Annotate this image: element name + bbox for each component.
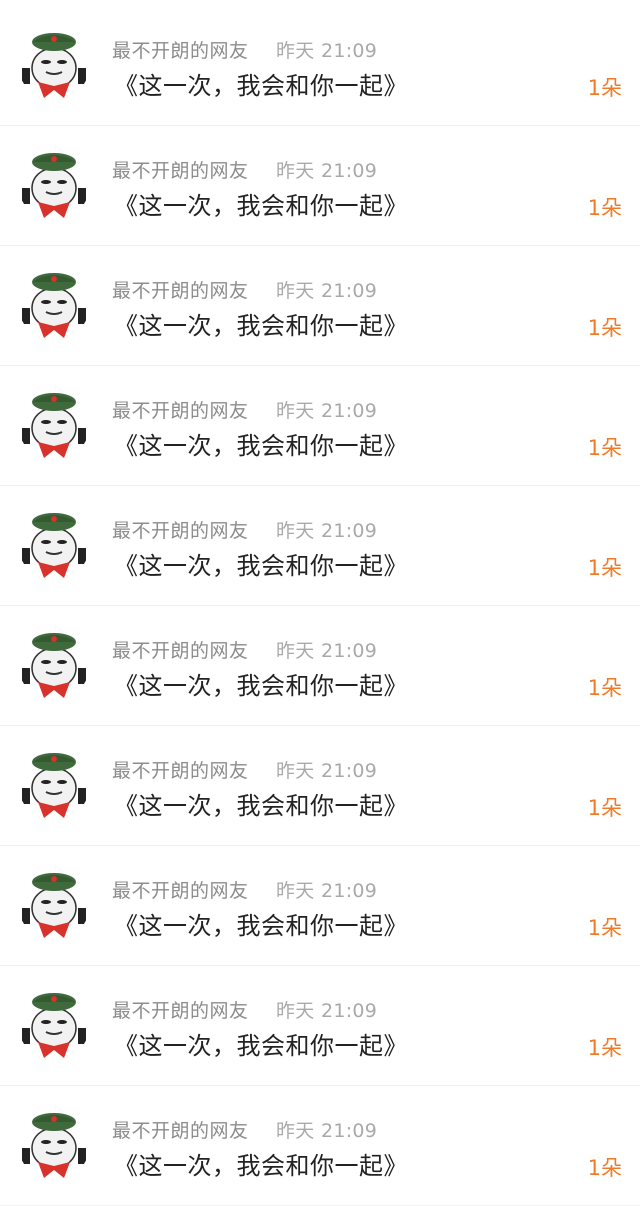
message-text: 《这一次，我会和你一起》 bbox=[114, 792, 408, 820]
message-text: 《这一次，我会和你一起》 bbox=[114, 312, 408, 340]
author-name[interactable]: 最不开朗的网友 bbox=[112, 156, 249, 183]
author-name[interactable]: 最不开朗的网友 bbox=[112, 636, 249, 663]
list-item[interactable]: 最不开朗的网友 昨天 21:09 《这一次，我会和你一起》 1朵 bbox=[0, 486, 640, 606]
timestamp: 昨天 21:09 bbox=[276, 40, 378, 62]
author-name[interactable]: 最不开朗的网友 bbox=[112, 276, 249, 303]
list-item[interactable]: 最不开朗的网友 昨天 21:09 《这一次，我会和你一起》 1朵 bbox=[0, 246, 640, 366]
author-name[interactable]: 最不开朗的网友 bbox=[112, 756, 249, 783]
message-text: 《这一次，我会和你一起》 bbox=[114, 72, 408, 100]
timestamp: 昨天 21:09 bbox=[276, 160, 378, 182]
avatar[interactable] bbox=[18, 1108, 90, 1180]
timestamp: 昨天 21:09 bbox=[276, 880, 378, 902]
message-text: 《这一次，我会和你一起》 bbox=[114, 672, 408, 700]
author-name[interactable]: 最不开朗的网友 bbox=[112, 396, 249, 423]
avatar[interactable] bbox=[18, 148, 90, 220]
timestamp: 昨天 21:09 bbox=[276, 1000, 378, 1022]
flower-count: 1朵 bbox=[587, 196, 622, 220]
list-item[interactable]: 最不开朗的网友 昨天 21:09 《这一次，我会和你一起》 1朵 bbox=[0, 366, 640, 486]
author-name[interactable]: 最不开朗的网友 bbox=[112, 516, 249, 543]
timestamp: 昨天 21:09 bbox=[276, 520, 378, 542]
flower-count: 1朵 bbox=[587, 1036, 622, 1060]
avatar[interactable] bbox=[18, 508, 90, 580]
list-item[interactable]: 最不开朗的网友 昨天 21:09 《这一次，我会和你一起》 1朵 bbox=[0, 726, 640, 846]
meme-avatar-icon bbox=[18, 868, 90, 940]
meme-avatar-icon bbox=[18, 148, 90, 220]
flower-count: 1朵 bbox=[587, 436, 622, 460]
timestamp: 昨天 21:09 bbox=[276, 640, 378, 662]
flower-count: 1朵 bbox=[587, 916, 622, 940]
message-text: 《这一次，我会和你一起》 bbox=[114, 912, 408, 940]
meme-avatar-icon bbox=[18, 388, 90, 460]
message-text: 《这一次，我会和你一起》 bbox=[114, 192, 408, 220]
list-item[interactable]: 最不开朗的网友 昨天 21:09 《这一次，我会和你一起》 1朵 bbox=[0, 1086, 640, 1206]
message-list: 最不开朗的网友 昨天 21:09 《这一次，我会和你一起》 1朵 最不开朗的网友… bbox=[0, 6, 640, 1206]
timestamp: 昨天 21:09 bbox=[276, 280, 378, 302]
avatar[interactable] bbox=[18, 748, 90, 820]
meme-avatar-icon bbox=[18, 508, 90, 580]
avatar[interactable] bbox=[18, 388, 90, 460]
flower-count: 1朵 bbox=[587, 676, 622, 700]
list-item[interactable]: 最不开朗的网友 昨天 21:09 《这一次，我会和你一起》 1朵 bbox=[0, 846, 640, 966]
author-name[interactable]: 最不开朗的网友 bbox=[112, 996, 249, 1023]
avatar[interactable] bbox=[18, 988, 90, 1060]
author-name[interactable]: 最不开朗的网友 bbox=[112, 876, 249, 903]
message-text: 《这一次，我会和你一起》 bbox=[114, 432, 408, 460]
meme-avatar-icon bbox=[18, 28, 90, 100]
message-text: 《这一次，我会和你一起》 bbox=[114, 552, 408, 580]
list-item[interactable]: 最不开朗的网友 昨天 21:09 《这一次，我会和你一起》 1朵 bbox=[0, 966, 640, 1086]
author-name[interactable]: 最不开朗的网友 bbox=[112, 1116, 249, 1143]
flower-count: 1朵 bbox=[587, 76, 622, 100]
list-item[interactable]: 最不开朗的网友 昨天 21:09 《这一次，我会和你一起》 1朵 bbox=[0, 6, 640, 126]
message-text: 《这一次，我会和你一起》 bbox=[114, 1032, 408, 1060]
meme-avatar-icon bbox=[18, 268, 90, 340]
meme-avatar-icon bbox=[18, 988, 90, 1060]
flower-count: 1朵 bbox=[587, 556, 622, 580]
timestamp: 昨天 21:09 bbox=[276, 760, 378, 782]
timestamp: 昨天 21:09 bbox=[276, 400, 378, 422]
list-item[interactable]: 最不开朗的网友 昨天 21:09 《这一次，我会和你一起》 1朵 bbox=[0, 126, 640, 246]
meme-avatar-icon bbox=[18, 748, 90, 820]
message-text: 《这一次，我会和你一起》 bbox=[114, 1152, 408, 1180]
meme-avatar-icon bbox=[18, 1108, 90, 1180]
avatar[interactable] bbox=[18, 628, 90, 700]
flower-count: 1朵 bbox=[587, 1156, 622, 1180]
avatar[interactable] bbox=[18, 268, 90, 340]
author-name[interactable]: 最不开朗的网友 bbox=[112, 36, 249, 63]
flower-count: 1朵 bbox=[587, 316, 622, 340]
flower-count: 1朵 bbox=[587, 796, 622, 820]
avatar[interactable] bbox=[18, 868, 90, 940]
meme-avatar-icon bbox=[18, 628, 90, 700]
list-item[interactable]: 最不开朗的网友 昨天 21:09 《这一次，我会和你一起》 1朵 bbox=[0, 606, 640, 726]
timestamp: 昨天 21:09 bbox=[276, 1120, 378, 1142]
avatar[interactable] bbox=[18, 28, 90, 100]
